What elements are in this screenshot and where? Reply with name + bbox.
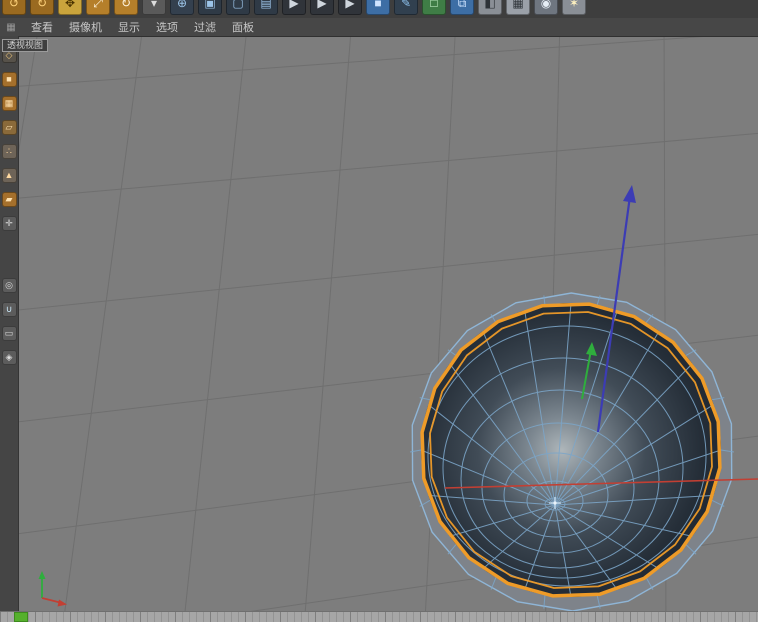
timeline-playhead[interactable]: [14, 612, 28, 622]
redo-icon[interactable]: ↻: [30, 0, 54, 15]
light-icon[interactable]: ✶: [562, 0, 586, 15]
top-toolbar-icons: ↺ ↻ ✥ ⤢ ↻ ▾ ⊕ ▣ ▢ ▤ ▶ ▶ ▶ ■ ✎ □ ⧉ ◧ ▦ ◉ ✶: [0, 0, 758, 15]
snap-icon[interactable]: ∪: [2, 302, 17, 317]
left-toolbar-icons: ◇■▦▱∴▲▰✛◎∪▭◈: [0, 36, 18, 365]
points-mode-icon[interactable]: ∴: [2, 144, 17, 159]
render-view-icon[interactable]: ▣: [198, 0, 222, 15]
menu-item-view[interactable]: 查看: [23, 19, 61, 35]
symmetry-icon[interactable]: ⧉: [450, 0, 474, 15]
render-settings-icon[interactable]: ▤: [254, 0, 278, 15]
texture-mode-icon[interactable]: ▦: [2, 96, 17, 111]
environment-icon[interactable]: ▦: [506, 0, 530, 15]
viewport-solo-icon[interactable]: ◎: [2, 278, 17, 293]
left-toolbar: ◇■▦▱∴▲▰✛◎∪▭◈: [0, 36, 19, 612]
interactive-render-icon[interactable]: ▶: [338, 0, 362, 15]
coordinate-system-icon[interactable]: ⊕: [170, 0, 194, 15]
workplane-mode-icon[interactable]: ▱: [2, 120, 17, 135]
menu-item-panel[interactable]: 面板: [224, 19, 262, 35]
subdivision-surface-icon[interactable]: □: [422, 0, 446, 15]
polygons-mode-icon[interactable]: ▰: [2, 192, 17, 207]
deformer-icon[interactable]: ◧: [478, 0, 502, 15]
menu-item-display[interactable]: 显示: [110, 19, 148, 35]
workplane-icon[interactable]: ▭: [2, 326, 17, 341]
primitive-cube-icon[interactable]: ■: [366, 0, 390, 15]
viewport-menu-bar: ▦ 查看 摄像机 显示 选项 过滤 面板: [0, 18, 758, 37]
menu-item-camera[interactable]: 摄像机: [61, 19, 110, 35]
enable-axis-icon[interactable]: ✛: [2, 216, 17, 231]
viewport-label[interactable]: 透视视图: [2, 39, 48, 52]
rotate-tool-icon[interactable]: ↻: [114, 0, 138, 15]
bowl-object[interactable]: [410, 293, 734, 611]
timeline-ruler[interactable]: [0, 611, 758, 622]
viewport[interactable]: [0, 0, 758, 622]
spline-pen-icon[interactable]: ✎: [394, 0, 418, 15]
model-mode-icon[interactable]: ■: [2, 72, 17, 87]
scale-tool-icon[interactable]: ⤢: [86, 0, 110, 15]
top-toolbar: ↺ ↻ ✥ ⤢ ↻ ▾ ⊕ ▣ ▢ ▤ ▶ ▶ ▶ ■ ✎ □ ⧉ ◧ ▦ ◉ ✶: [0, 0, 758, 19]
move-tool-icon[interactable]: ✥: [58, 0, 82, 15]
edges-mode-icon[interactable]: ▲: [2, 168, 17, 183]
team-render-icon[interactable]: ▶: [310, 0, 334, 15]
menu-grid-icon[interactable]: ▦: [3, 22, 19, 33]
menu-item-filter[interactable]: 过滤: [186, 19, 224, 35]
recent-tools-icon[interactable]: ▾: [142, 0, 166, 15]
menu-item-options[interactable]: 选项: [148, 19, 186, 35]
camera-icon[interactable]: ◉: [534, 0, 558, 15]
render-queue-icon[interactable]: ▶: [282, 0, 306, 15]
app-window: ↺ ↻ ✥ ⤢ ↻ ▾ ⊕ ▣ ▢ ▤ ▶ ▶ ▶ ■ ✎ □ ⧉ ◧ ▦ ◉ ✶ ▦ 查看 摄像机 显示 选项 过滤 …: [0, 0, 758, 622]
undo-icon[interactable]: ↺: [2, 0, 26, 15]
lock-icon[interactable]: ◈: [2, 350, 17, 365]
render-region-icon[interactable]: ▢: [226, 0, 250, 15]
